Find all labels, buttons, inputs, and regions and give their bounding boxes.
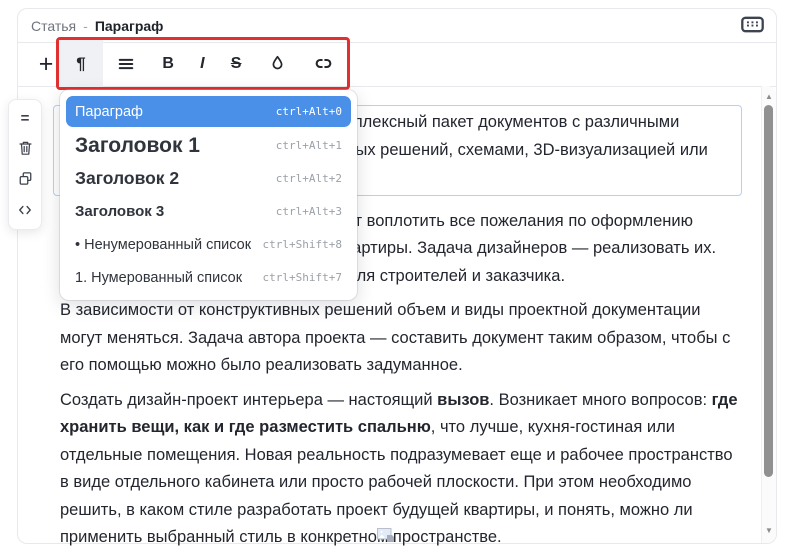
dropdown-item-label: Заголовок 1 bbox=[75, 134, 200, 158]
scrollbar-thumb[interactable] bbox=[764, 105, 773, 477]
dropdown-item-label: 1. Нумерованный список bbox=[75, 270, 242, 286]
dropdown-item-label: Заголовок 3 bbox=[75, 203, 164, 220]
text-run: . Возникает много вопросов: bbox=[489, 391, 711, 409]
scrollbar[interactable]: ▲ ▼ bbox=[761, 86, 776, 543]
strikethrough-icon: S bbox=[231, 55, 242, 73]
dropdown-item-heading1[interactable]: Заголовок 1 ctrl+Alt+1 bbox=[66, 129, 351, 162]
dropdown-item-shortcut: ctrl+Shift+8 bbox=[263, 238, 342, 251]
dropdown-item-label: • Ненумерованный список bbox=[75, 237, 251, 253]
block-style-dropdown: Параграф ctrl+Alt+0 Заголовок 1 ctrl+Alt… bbox=[60, 90, 357, 300]
dropdown-item-shortcut: ctrl+Shift+7 bbox=[263, 271, 342, 284]
drag-handle-icon: = bbox=[21, 111, 30, 126]
dropdown-item-shortcut: ctrl+Alt+1 bbox=[276, 139, 342, 152]
scrollbar-down-arrow[interactable]: ▼ bbox=[762, 526, 776, 536]
inline-toolbar: + ¶ B I S bbox=[18, 43, 776, 87]
pilcrow-icon: ¶ bbox=[76, 54, 85, 74]
code-view-button[interactable] bbox=[13, 200, 37, 222]
keyboard-icon bbox=[741, 16, 764, 36]
italic-button[interactable]: I bbox=[187, 40, 218, 87]
trash-icon bbox=[18, 140, 33, 159]
dropdown-item-shortcut: ctrl+Alt+3 bbox=[276, 205, 342, 218]
breadcrumb-section[interactable]: Статья bbox=[31, 18, 76, 34]
bold-icon: B bbox=[162, 55, 174, 73]
dropdown-item-heading3[interactable]: Заголовок 3 ctrl+Alt+3 bbox=[66, 195, 351, 228]
align-lines-icon bbox=[116, 54, 136, 74]
breadcrumb-separator: - bbox=[83, 18, 88, 34]
image-placeholder-icon bbox=[377, 528, 395, 548]
link-icon bbox=[313, 53, 334, 74]
italic-icon: I bbox=[200, 55, 204, 73]
dropdown-item-label: Заголовок 2 bbox=[75, 168, 179, 189]
annotation-highlight-box: ¶ B I S bbox=[56, 37, 350, 90]
strikethrough-button[interactable]: S bbox=[218, 40, 255, 87]
text-run: вызов bbox=[437, 391, 489, 409]
duplicate-block-button[interactable] bbox=[13, 169, 37, 191]
alignment-button[interactable] bbox=[103, 40, 149, 87]
dropdown-item-ordered-list[interactable]: 1. Нумерованный список ctrl+Shift+7 bbox=[66, 261, 351, 294]
text-run: , что лучше, кухня-гостиная или отдельны… bbox=[60, 418, 733, 546]
text-run: В зависимости от конструктивных решений … bbox=[60, 301, 730, 374]
dropdown-item-paragraph[interactable]: Параграф ctrl+Alt+0 bbox=[66, 96, 351, 127]
marker-button[interactable] bbox=[255, 40, 300, 87]
dropdown-item-label: Параграф bbox=[75, 104, 143, 120]
duplicate-icon bbox=[18, 171, 33, 189]
drag-handle-button[interactable]: = bbox=[13, 107, 37, 129]
code-icon bbox=[18, 204, 32, 219]
delete-block-button[interactable] bbox=[13, 138, 37, 160]
dropdown-item-heading2[interactable]: Заголовок 2 ctrl+Alt+2 bbox=[66, 162, 351, 195]
breadcrumb-current: Параграф bbox=[95, 18, 164, 34]
paragraph-style-button[interactable]: ¶ bbox=[59, 40, 103, 87]
dropdown-item-shortcut: ctrl+Alt+0 bbox=[276, 105, 342, 118]
keyboard-shortcuts-button[interactable] bbox=[739, 14, 766, 38]
bold-button[interactable]: B bbox=[149, 40, 187, 87]
block-actions-menu: = bbox=[8, 99, 42, 230]
paragraph-block[interactable]: В зависимости от конструктивных решений … bbox=[60, 297, 738, 380]
text-run: Создать дизайн-проект интерьера — настоя… bbox=[60, 391, 437, 409]
dropdown-item-unordered-list[interactable]: • Ненумерованный список ctrl+Shift+8 bbox=[66, 228, 351, 261]
scrollbar-up-arrow[interactable]: ▲ bbox=[762, 92, 776, 102]
dropdown-item-shortcut: ctrl+Alt+2 bbox=[276, 172, 342, 185]
droplet-icon bbox=[268, 54, 287, 73]
link-button[interactable] bbox=[300, 40, 347, 87]
paragraph-block[interactable]: Создать дизайн-проект интерьера — настоя… bbox=[60, 387, 738, 552]
